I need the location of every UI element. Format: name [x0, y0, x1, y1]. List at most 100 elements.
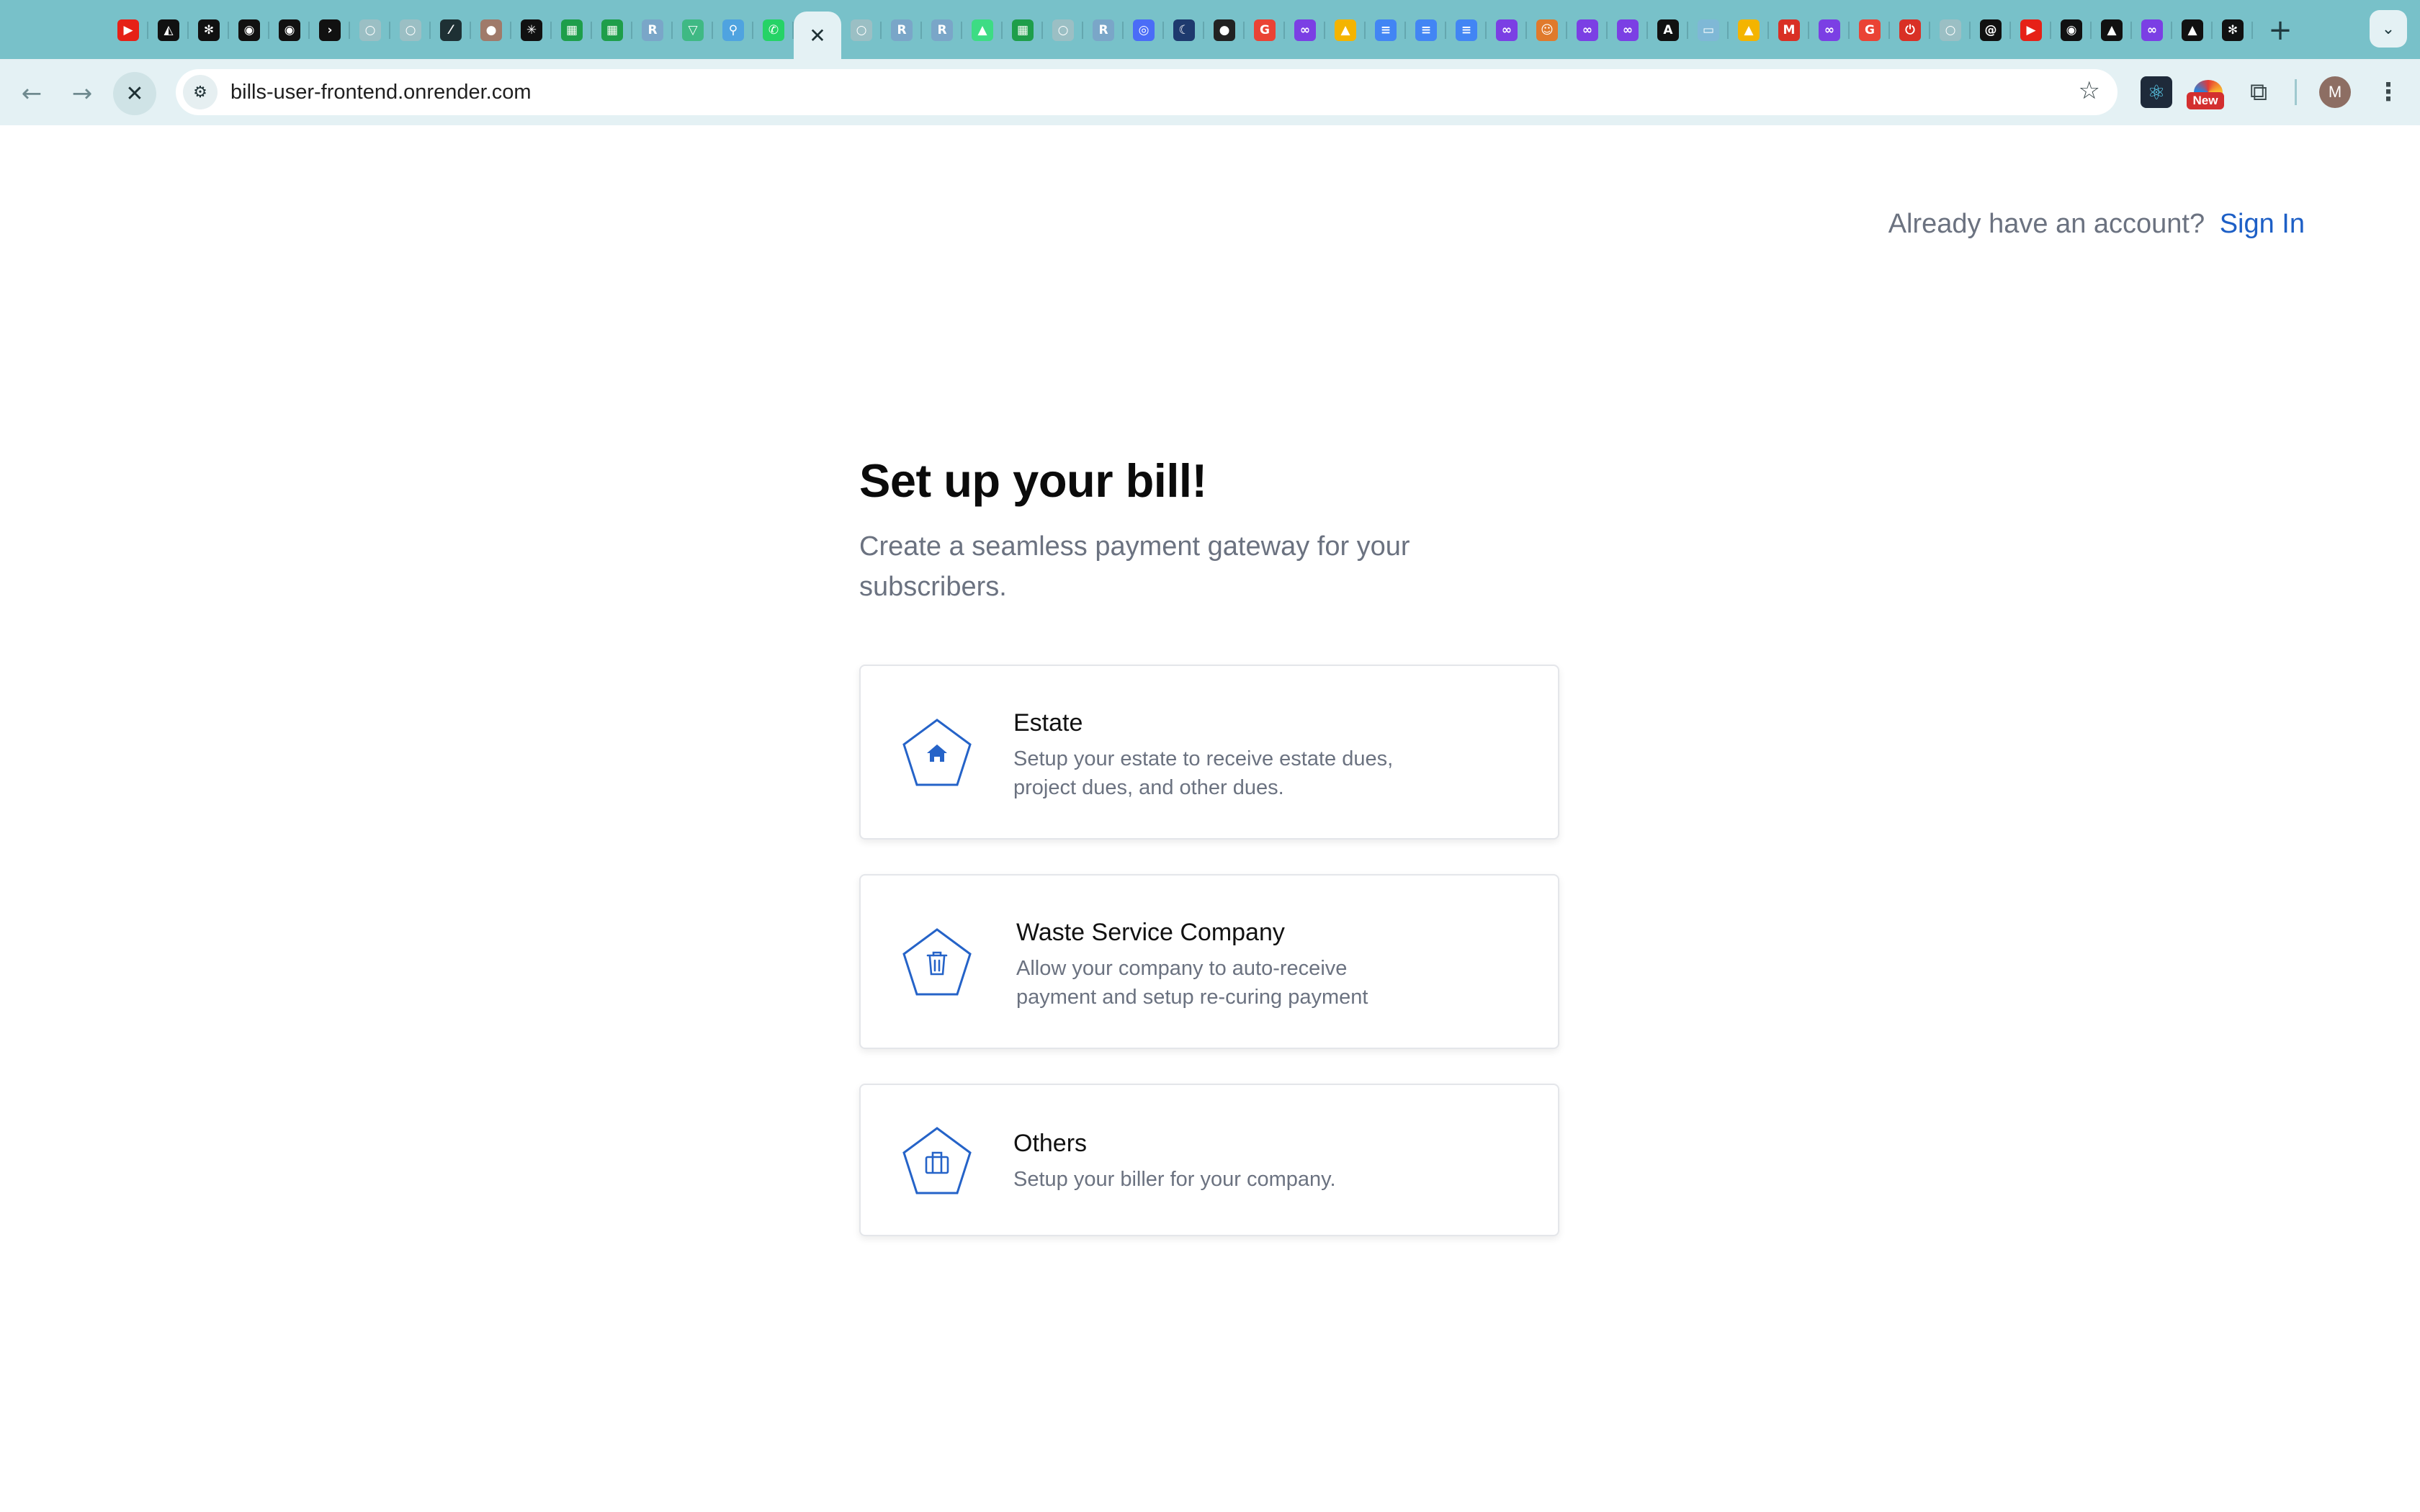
pen-icon: ⁄	[440, 19, 462, 41]
signin-link[interactable]: Sign In	[2220, 209, 2305, 239]
url-text[interactable]: bills-user-frontend.onrender.com	[230, 81, 531, 104]
browser-tab[interactable]: ○	[841, 12, 882, 49]
address-bar[interactable]: ⚙ bills-user-frontend.onrender.com ☆	[176, 69, 2118, 115]
browser-tab[interactable]: R	[632, 12, 673, 49]
browser-tab[interactable]: ✆	[753, 12, 794, 49]
browser-tab[interactable]: A	[1648, 12, 1688, 49]
tab-list: ▶ ◭ ✻ ◉ ◉ › ○ ○ ⁄ ● ✳ ▦ ▦ R ▽ ⚲ ✆ ✕ ○ R R ▲ ▦ ○ R ◎ ☾ ● G ∞ ▲ ≡ ≡ ≡ ∞ ☺ ∞ ∞ A ▭…	[108, 12, 2253, 59]
waste-service-option-card[interactable]: Waste Service Company Allow your company…	[859, 874, 1559, 1049]
docs-icon: ≡	[1415, 19, 1437, 41]
drive-icon: ▲	[1738, 19, 1760, 41]
browser-tab[interactable]: ∞	[1487, 12, 1527, 49]
whatsapp-icon: ✆	[763, 19, 784, 41]
github-icon: ◉	[2061, 19, 2082, 41]
sheets-icon: ▦	[561, 19, 583, 41]
react-devtools-icon[interactable]: ⚛	[2141, 76, 2172, 108]
browser-tab[interactable]: ▶	[2011, 12, 2051, 49]
browser-tab[interactable]: ≡	[1366, 12, 1406, 49]
browser-tab[interactable]: ○	[1930, 12, 1971, 49]
browser-tab[interactable]: ▲	[962, 12, 1003, 49]
browser-tab[interactable]: G	[1245, 12, 1285, 49]
mascot-icon: ☺	[1536, 19, 1558, 41]
blank-page-icon: ○	[400, 19, 421, 41]
toolbar-divider	[2295, 79, 2297, 105]
browser-tab[interactable]: ∞	[1608, 12, 1648, 49]
browser-tab[interactable]: ◉	[2051, 12, 2092, 49]
browser-tab[interactable]: R	[882, 12, 922, 49]
browser-tab[interactable]: ◎	[1124, 12, 1164, 49]
profile-avatar[interactable]: M	[2319, 76, 2351, 108]
browser-tab[interactable]: ☺	[1527, 12, 1567, 49]
trash-icon	[902, 928, 972, 996]
stop-loading-button[interactable]: ✕	[113, 72, 156, 115]
browser-tab[interactable]: ☾	[1164, 12, 1204, 49]
browser-tab[interactable]: ✳	[511, 12, 552, 49]
power-icon: ⏻	[1899, 19, 1921, 41]
browser-tab[interactable]: M	[1769, 12, 1809, 49]
openai-icon: ✻	[2222, 19, 2244, 41]
browser-tab[interactable]: ⏻	[1890, 12, 1930, 49]
browser-tab[interactable]: ⁄	[431, 12, 471, 49]
browser-tab[interactable]: @	[1971, 12, 2011, 49]
browser-tab[interactable]: ▦	[592, 12, 632, 49]
browser-tab[interactable]: ∞	[1809, 12, 1850, 49]
browser-tab[interactable]: ∞	[2132, 12, 2172, 49]
others-card-title: Others	[1013, 1130, 1088, 1157]
profile-photo-icon: ●	[480, 19, 502, 41]
active-tab[interactable]: ✕	[794, 12, 841, 59]
browser-tab[interactable]: ✻	[2213, 12, 2253, 49]
new-tab-button[interactable]: +	[2262, 12, 2299, 49]
browser-tab[interactable]: ∞	[1285, 12, 1325, 49]
docs-icon: ≡	[1375, 19, 1397, 41]
browser-tab[interactable]: G	[1850, 12, 1890, 49]
browser-tab[interactable]: ▦	[552, 12, 592, 49]
browser-menu-icon[interactable]: ⋮	[2372, 76, 2404, 108]
extensions-puzzle-icon[interactable]: ⧉	[2243, 76, 2275, 108]
browser-tab[interactable]: R	[1083, 12, 1124, 49]
browser-tab[interactable]: ○	[1043, 12, 1083, 49]
back-button[interactable]: ←	[10, 72, 53, 115]
vercel-icon: ▲	[2101, 19, 2123, 41]
browser-tab[interactable]: ▦	[1003, 12, 1043, 49]
site-info-icon[interactable]: ⚙	[183, 75, 218, 109]
browser-tab[interactable]: ◉	[269, 12, 310, 49]
browser-tab[interactable]: ▲	[2092, 12, 2132, 49]
bookmark-star-icon[interactable]: ☆	[2079, 76, 2100, 105]
browser-tab[interactable]: ▲	[1729, 12, 1769, 49]
browser-tab[interactable]: ▲	[2172, 12, 2213, 49]
estate-option-card[interactable]: Estate Setup your estate to receive esta…	[859, 665, 1559, 840]
repo-icon: R	[931, 19, 953, 41]
panda-icon: ●	[1214, 19, 1235, 41]
setup-panel: Set up your bill! Create a seamless paym…	[859, 454, 1559, 1236]
tab-search-button[interactable]: ⌄	[2370, 10, 2407, 48]
browser-tab[interactable]: ◭	[148, 12, 189, 49]
youtube-icon: ▶	[2020, 19, 2042, 41]
browser-tab[interactable]: ▲	[1325, 12, 1366, 49]
browser-tab[interactable]: ●	[1204, 12, 1245, 49]
browser-tab[interactable]: ▽	[673, 12, 713, 49]
new-badge: New	[2187, 92, 2224, 109]
google-icon: G	[1859, 19, 1881, 41]
browser-tab[interactable]: ○	[390, 12, 431, 49]
browser-tab[interactable]: ◉	[229, 12, 269, 49]
browser-tab[interactable]: ≡	[1406, 12, 1446, 49]
others-option-card[interactable]: Others Setup your biller for your compan…	[859, 1084, 1559, 1236]
browser-tab[interactable]: R	[922, 12, 962, 49]
browser-tab[interactable]: ▭	[1688, 12, 1729, 49]
browser-tab[interactable]: ●	[471, 12, 511, 49]
close-icon[interactable]: ✕	[809, 24, 825, 48]
vercel-icon: ◭	[158, 19, 179, 41]
browser-tab[interactable]: ○	[350, 12, 390, 49]
signin-row: Already have an account? Sign In	[1888, 209, 2305, 240]
docs-icon: ≡	[1456, 19, 1477, 41]
waste-card-title: Waste Service Company	[1016, 919, 1285, 946]
moon-icon: ☾	[1173, 19, 1195, 41]
browser-tab[interactable]: ⚲	[713, 12, 753, 49]
browser-tab[interactable]: ✻	[189, 12, 229, 49]
browser-tab[interactable]: ›	[310, 12, 350, 49]
browser-tab[interactable]: ▶	[108, 12, 148, 49]
browser-tab[interactable]: ∞	[1567, 12, 1608, 49]
forward-button[interactable]: →	[60, 72, 104, 115]
estate-card-title: Estate	[1013, 709, 1083, 737]
browser-tab[interactable]: ≡	[1446, 12, 1487, 49]
